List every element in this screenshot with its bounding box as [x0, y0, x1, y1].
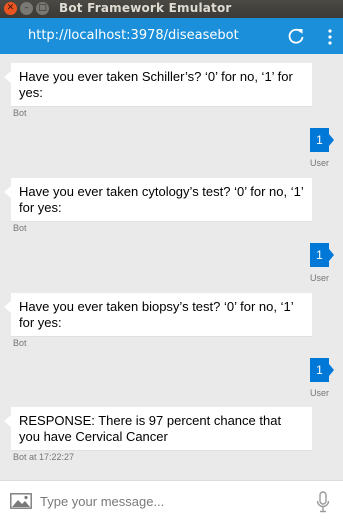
message-timestamp-label: Bot at 17:22:27: [13, 452, 75, 462]
message-input[interactable]: [40, 489, 305, 513]
conversation-panel[interactable]: Have you ever taken Schiller’s? ‘0’ for …: [0, 54, 343, 480]
refresh-icon[interactable]: [286, 26, 306, 46]
message-composer: [0, 480, 343, 522]
window-minimize-button[interactable]: –: [20, 2, 33, 15]
message-sender-label: Bot: [13, 223, 27, 233]
bot-message: Have you ever taken Schiller’s? ‘0’ for …: [4, 63, 312, 106]
image-upload-icon[interactable]: [10, 493, 32, 509]
message-sender-label: User: [310, 158, 330, 168]
user-message: 1: [310, 243, 334, 267]
window-title: Bot Framework Emulator: [59, 1, 232, 15]
window-title-bar: ✕ – □ Bot Framework Emulator: [0, 0, 343, 18]
address-bar: http://localhost:3978/diseasebot: [0, 18, 343, 54]
bot-message: Have you ever taken cytology’s test? ‘0’…: [4, 178, 312, 221]
bot-message: Have you ever taken biopsy’s test? ‘0’ f…: [4, 293, 312, 336]
message-sender-label: Bot: [13, 338, 27, 348]
window-maximize-button[interactable]: □: [36, 2, 49, 15]
user-message: 1: [310, 128, 334, 152]
user-message: 1: [310, 358, 334, 382]
microphone-icon[interactable]: [316, 491, 330, 513]
endpoint-url[interactable]: http://localhost:3978/diseasebot: [28, 28, 239, 43]
bot-message: RESPONSE: There is 97 percent chance tha…: [4, 407, 312, 450]
message-sender-label: User: [310, 388, 330, 398]
message-sender-label: Bot: [13, 108, 27, 118]
more-vertical-icon[interactable]: [326, 28, 334, 46]
window-close-button[interactable]: ✕: [4, 2, 17, 15]
message-sender-label: User: [310, 273, 330, 283]
